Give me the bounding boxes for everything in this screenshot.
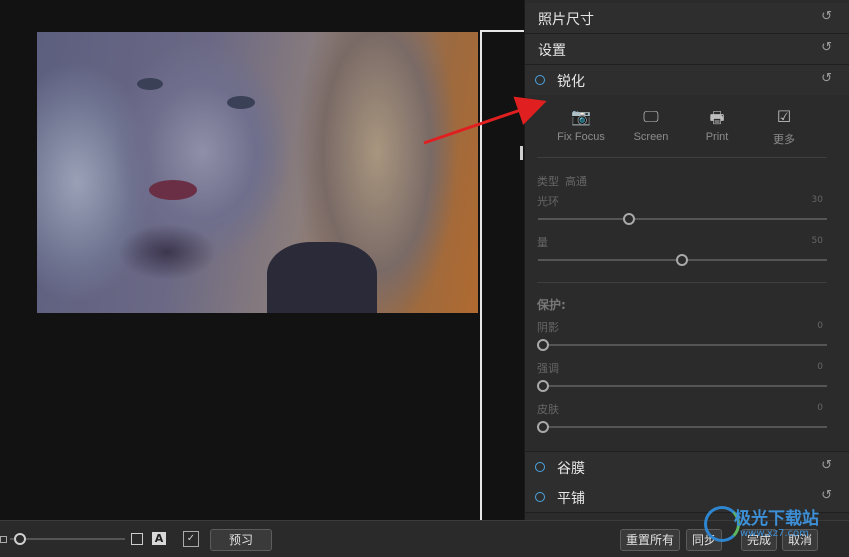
reset-icon[interactable]: ↺	[821, 40, 832, 55]
preset-label: Print	[705, 131, 729, 143]
text-overlay-icon[interactable]: A	[152, 532, 166, 545]
highlights-value: 0	[817, 362, 823, 372]
enable-toggle-icon[interactable]	[535, 75, 545, 85]
camera-icon: 📷	[571, 107, 591, 126]
section-photo-size[interactable]: 照片尺寸 ↺	[525, 3, 849, 34]
enable-toggle-icon[interactable]	[535, 492, 545, 502]
photo-detail-eye-left	[137, 78, 163, 90]
reset-all-button[interactable]: 重置所有	[620, 529, 680, 551]
halo-label: 光环	[537, 195, 559, 208]
reset-icon[interactable]: ↺	[821, 9, 832, 24]
preset-label: Screen	[633, 131, 669, 143]
halo-value: 30	[811, 195, 823, 205]
preset-print[interactable]: 🖶 Print	[687, 107, 747, 143]
halo-slider[interactable]	[538, 213, 827, 225]
slider-knob[interactable]	[537, 380, 549, 392]
protect-label: 保护:	[537, 298, 566, 312]
reset-icon[interactable]: ↺	[821, 71, 832, 86]
check-icon[interactable]: ✓	[183, 531, 199, 547]
section-title: 设置	[538, 43, 566, 59]
amount-label: 量	[537, 236, 548, 249]
section-settings[interactable]: 设置 ↺	[525, 34, 849, 65]
photo-detail-eye-right	[227, 96, 255, 109]
preset-fix-focus[interactable]: 📷 Fix Focus	[551, 107, 611, 143]
image-canvas[interactable]	[0, 0, 524, 520]
crop-border-right[interactable]	[480, 30, 482, 520]
slider-knob[interactable]	[537, 339, 549, 351]
highlights-slider[interactable]	[537, 380, 827, 392]
section-title: 照片尺寸	[538, 12, 594, 28]
type-label: 类型	[537, 175, 559, 188]
monitor-icon: 🖵	[643, 107, 659, 126]
more-icon: ☑	[776, 107, 792, 126]
preset-label: Fix Focus	[557, 131, 605, 143]
type-value[interactable]: 高通	[565, 173, 587, 189]
divider	[537, 157, 827, 158]
divider	[537, 282, 827, 283]
portrait-photo	[37, 32, 478, 313]
section-sharpen[interactable]: 锐化 ↺	[525, 65, 849, 95]
preset-more[interactable]: ☑ 更多	[754, 107, 814, 147]
preset-screen[interactable]: 🖵 Screen	[621, 107, 681, 143]
slider-knob[interactable]	[537, 421, 549, 433]
crop-handle[interactable]	[520, 146, 523, 160]
reset-icon[interactable]: ↺	[821, 458, 832, 473]
shadows-slider[interactable]	[537, 339, 827, 351]
printer-icon: 🖶	[709, 108, 725, 127]
watermark-text: 极光下载站	[734, 509, 819, 529]
section-title: 谷膜	[557, 461, 585, 477]
slider-knob[interactable]	[675, 254, 688, 266]
preview-button[interactable]: 预习	[210, 529, 272, 551]
skin-value: 0	[817, 403, 823, 413]
preset-label: 更多	[773, 134, 795, 146]
zoom-slider[interactable]	[10, 538, 125, 540]
site-watermark: 极光下载站 www.xz7.com	[700, 500, 849, 556]
shadows-value: 0	[817, 321, 823, 331]
section-title: 平铺	[557, 491, 585, 507]
amount-slider[interactable]	[538, 254, 827, 266]
shadows-label: 阴影	[537, 321, 559, 334]
slider-knob[interactable]	[622, 213, 635, 225]
highlights-label: 强调	[537, 362, 559, 375]
photo-detail-clothing	[267, 242, 377, 313]
skin-label: 皮肤	[537, 403, 559, 416]
crop-border-top[interactable]	[480, 30, 524, 32]
section-grain[interactable]: 谷膜 ↺	[525, 451, 849, 483]
zoom-in-icon[interactable]	[131, 533, 143, 545]
skin-slider[interactable]	[537, 421, 827, 433]
watermark-url: www.xz7.com	[740, 528, 809, 539]
settings-panel: 照片尺寸 ↺ 设置 ↺ 锐化 ↺ 📷 Fix Focus 🖵 Screen 🖶 …	[524, 0, 849, 520]
zoom-out-icon[interactable]	[0, 536, 7, 543]
amount-value: 50	[811, 236, 823, 246]
zoom-slider-knob[interactable]	[14, 533, 26, 545]
photo-detail-lips	[149, 180, 197, 200]
section-title: 锐化	[557, 74, 585, 90]
enable-toggle-icon[interactable]	[535, 462, 545, 472]
